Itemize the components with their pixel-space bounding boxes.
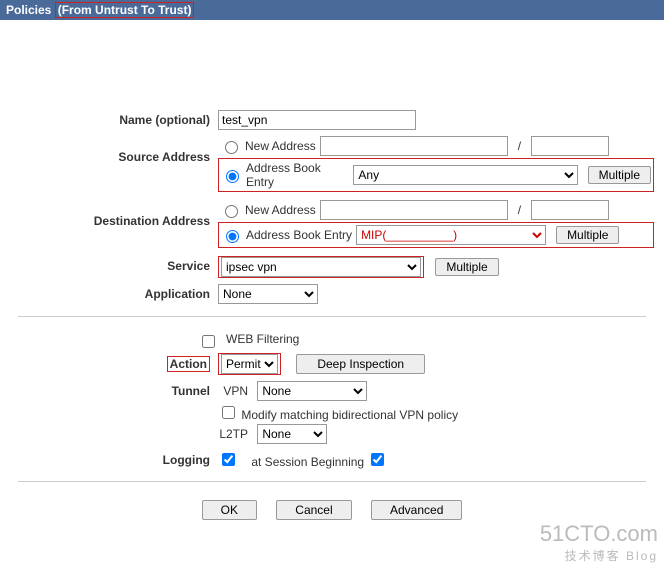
src-book-label: Address Book Entry <box>246 161 349 189</box>
cancel-button[interactable]: Cancel <box>276 500 351 520</box>
l2tp-sublabel: L2TP <box>218 427 254 441</box>
dst-book-select[interactable]: MIP(__________) <box>356 225 546 245</box>
dst-multiple-button[interactable]: Multiple <box>556 226 619 244</box>
webfilter-checkbox[interactable] <box>202 335 215 348</box>
modify-bidirectional-checkbox[interactable] <box>222 406 235 419</box>
modify-bidirectional-label: Modify matching bidirectional VPN policy <box>241 408 458 422</box>
dst-mask-input[interactable] <box>531 200 609 220</box>
vpn-select[interactable]: None <box>257 381 367 401</box>
l2tp-select[interactable]: None <box>257 424 327 444</box>
watermark-sub: 技术博客 Blog <box>540 547 658 564</box>
header-subtitle: (From Untrust To Trust) <box>55 2 195 18</box>
divider-2 <box>18 481 646 482</box>
action-label: Action <box>167 356 210 372</box>
service-select[interactable]: ipsec vpn <box>221 257 421 277</box>
service-multiple-button[interactable]: Multiple <box>435 258 498 276</box>
dst-new-input[interactable] <box>320 200 508 220</box>
dst-new-label: New Address <box>245 203 316 217</box>
src-book-radio[interactable] <box>226 170 239 183</box>
divider <box>18 316 646 317</box>
webfilter-label: WEB Filtering <box>226 329 654 346</box>
dst-label: Destination Address <box>10 200 218 228</box>
src-new-input[interactable] <box>320 136 508 156</box>
tunnel-label: Tunnel <box>10 381 218 398</box>
session-beginning-checkbox[interactable] <box>371 453 384 466</box>
dst-book-radio[interactable] <box>226 230 239 243</box>
vpn-sublabel: VPN <box>218 384 254 398</box>
ok-button[interactable]: OK <box>202 500 257 520</box>
application-label: Application <box>10 284 218 301</box>
application-select[interactable]: None <box>218 284 318 304</box>
name-label: Name (optional) <box>10 110 218 127</box>
src-book-select[interactable]: Any <box>353 165 577 185</box>
dst-book-label: Address Book Entry <box>246 228 352 242</box>
src-label: Source Address <box>10 136 218 164</box>
header-title: Policies <box>6 3 51 17</box>
page-header: Policies (From Untrust To Trust) <box>0 0 664 20</box>
dst-new-radio[interactable] <box>225 205 238 218</box>
name-input[interactable] <box>218 110 416 130</box>
advanced-button[interactable]: Advanced <box>371 500 462 520</box>
src-multiple-button[interactable]: Multiple <box>588 166 651 184</box>
service-label: Service <box>10 256 218 273</box>
logging-label: Logging <box>10 450 218 467</box>
session-beginning-label: at Session Beginning <box>251 455 364 469</box>
src-new-radio[interactable] <box>225 141 238 154</box>
deep-inspection-button[interactable]: Deep Inspection <box>296 354 425 374</box>
logging-checkbox[interactable] <box>222 453 235 466</box>
src-mask-input[interactable] <box>531 136 609 156</box>
src-new-label: New Address <box>245 139 316 153</box>
slash: / <box>518 139 521 153</box>
slash: / <box>518 203 521 217</box>
action-select[interactable]: Permit <box>221 354 278 374</box>
